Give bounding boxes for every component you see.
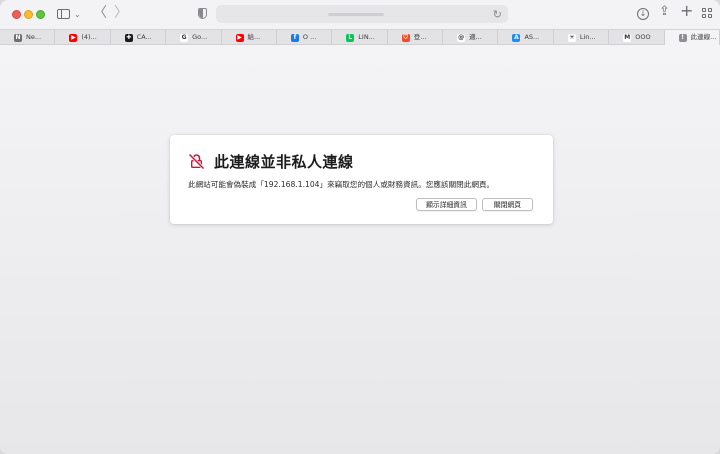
close-window-button[interactable]: [12, 10, 21, 19]
insecure-lock-icon: [188, 153, 205, 170]
share-icon[interactable]: ⇪: [659, 5, 670, 18]
tab-label: CA...: [136, 33, 152, 41]
chevron-down-icon[interactable]: ⌄: [74, 9, 81, 21]
notion-n-icon: N: [14, 33, 22, 42]
tab[interactable]: ✚ CA...: [111, 30, 167, 45]
tab[interactable]: L LIN...: [332, 30, 388, 45]
address-bar[interactable]: ↻: [216, 5, 508, 23]
facebook-icon: f: [290, 33, 299, 42]
zoom-window-button[interactable]: [36, 10, 45, 19]
tab[interactable]: A AS...: [498, 30, 554, 45]
tab-label: 適...: [469, 33, 482, 41]
tab-label: AS...: [524, 33, 540, 41]
page-content: 此連線並非私人連線 此網站可能會偽裝成「192.168.1.104」來竊取您的個…: [0, 45, 720, 454]
close-page-button[interactable]: 關閉網頁: [482, 198, 533, 211]
tab[interactable]: fO ...: [277, 30, 333, 45]
security-warning-dialog: 此連線並非私人連線 此網站可能會偽裝成「192.168.1.104」來竊取您的個…: [170, 135, 553, 224]
google-icon: G: [180, 33, 189, 42]
sidebar-toggle-icon[interactable]: [57, 9, 70, 19]
star-burst-icon: ✳: [567, 33, 576, 42]
tab[interactable]: ⛉ 登...: [388, 30, 444, 45]
tab-label: Lin...: [579, 33, 596, 41]
address-text-placeholder: [328, 13, 384, 16]
new-tab-icon[interactable]: +: [680, 3, 693, 19]
line-icon: L: [346, 33, 355, 42]
tab[interactable]: ✳ Lin...: [554, 30, 610, 45]
tab-label: 此連線...: [690, 33, 717, 41]
tab[interactable]: ▶ 給...: [222, 30, 277, 45]
tab-label: Ne...: [26, 33, 42, 41]
show-details-button[interactable]: 顯示詳細資訊: [416, 198, 477, 211]
back-arrow-icon[interactable]: 〈: [93, 6, 107, 20]
tab-label: OOO: [635, 33, 651, 41]
download-icon[interactable]: ↓: [637, 8, 649, 20]
tab-label: 登...: [413, 33, 427, 41]
tab[interactable]: G Go...: [166, 30, 222, 45]
toolbar: ⌄ 〈 〉 ↻ ↓ ⇪ +: [0, 0, 720, 29]
dialog-message: 此網站可能會偽裝成「192.168.1.104」來竊取您的個人或財務資訊。您應該…: [188, 180, 495, 189]
tab[interactable]: ! 此連線...: [664, 30, 720, 45]
warning-page-icon: !: [678, 33, 687, 42]
tab-label: (4)...: [81, 33, 97, 41]
tab-bar: N Ne... ▶ (4)... ✚ CA... G Go... ▶ 給... f O ... L LIN…: [0, 29, 720, 45]
tab-label: LIN...: [358, 33, 375, 41]
tab-overview-icon[interactable]: [702, 8, 713, 19]
privacy-shield-icon[interactable]: [198, 8, 207, 19]
dialog-title: 此連線並非私人連線: [214, 153, 354, 171]
forward-arrow-icon[interactable]: 〉: [114, 6, 128, 20]
youtube-icon: ▶: [235, 33, 244, 42]
ca-app-icon: ✚: [124, 33, 133, 42]
tab-label: O ...: [302, 33, 317, 41]
tab[interactable]: N Ne...: [0, 30, 56, 45]
tab-label: Go...: [192, 33, 208, 41]
swirl-app-icon: @: [457, 33, 466, 42]
medium-m-icon: M: [623, 33, 632, 42]
youtube-icon: ▶: [69, 33, 78, 42]
tab[interactable]: M OOO: [609, 30, 665, 45]
tab-label: 給...: [247, 33, 261, 41]
minimize-window-button[interactable]: [24, 10, 33, 19]
tab[interactable]: @ 適...: [443, 30, 499, 45]
app-store-icon: A: [512, 33, 521, 42]
browser-window: ⌄ 〈 〉 ↻ ↓ ⇪ + N Ne... ▶ (4)... ✚ CA... G Go... ▶…: [0, 0, 720, 454]
shopping-bag-icon: ⛉: [401, 33, 410, 42]
reload-icon[interactable]: ↻: [493, 8, 502, 21]
tab[interactable]: ▶ (4)...: [55, 30, 111, 45]
